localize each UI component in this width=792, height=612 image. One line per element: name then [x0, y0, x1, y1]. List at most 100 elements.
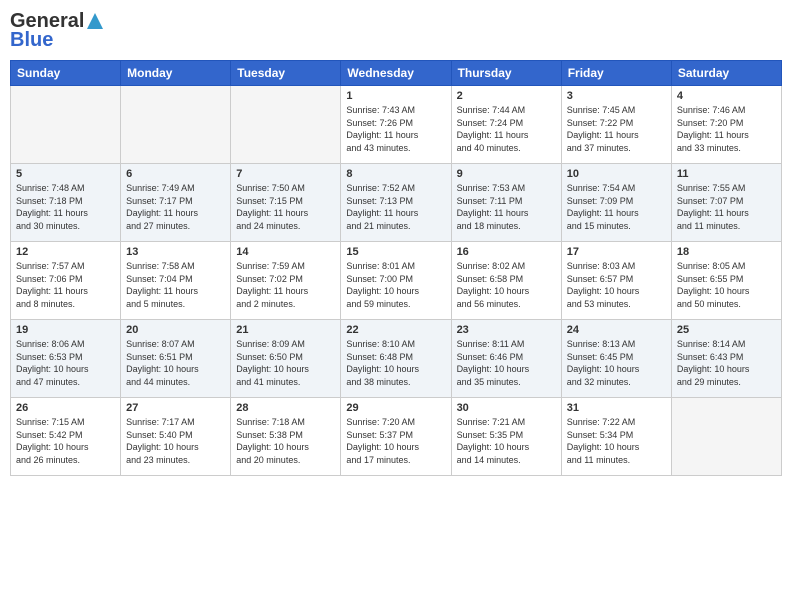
day-number: 29 — [346, 402, 445, 414]
day-info: Sunrise: 8:03 AM Sunset: 6:57 PM Dayligh… — [567, 260, 666, 310]
calendar-table: SundayMondayTuesdayWednesdayThursdayFrid… — [10, 60, 782, 476]
day-info: Sunrise: 7:44 AM Sunset: 7:24 PM Dayligh… — [457, 104, 556, 154]
day-info: Sunrise: 7:18 AM Sunset: 5:38 PM Dayligh… — [236, 416, 335, 466]
day-number: 6 — [126, 168, 225, 180]
weekday-header: Saturday — [671, 61, 781, 86]
day-info: Sunrise: 8:01 AM Sunset: 7:00 PM Dayligh… — [346, 260, 445, 310]
calendar-cell: 22Sunrise: 8:10 AM Sunset: 6:48 PM Dayli… — [341, 320, 451, 398]
day-number: 8 — [346, 168, 445, 180]
logo-arrow-icon — [85, 11, 105, 31]
calendar-cell: 13Sunrise: 7:58 AM Sunset: 7:04 PM Dayli… — [121, 242, 231, 320]
calendar-cell: 21 Sunrise: 8:09 AM Sunset: 6:50 PM Dayli… — [231, 320, 341, 398]
day-info: Sunrise: 7:48 AM Sunset: 7:18 PM Dayligh… — [16, 182, 115, 232]
day-number: 24 — [567, 324, 666, 336]
day-info: Sunrise: 8:14 AM Sunset: 6:43 PM Dayligh… — [677, 338, 776, 388]
calendar-header-row: SundayMondayTuesdayWednesdayThursdayFrid… — [11, 61, 782, 86]
calendar-cell: 15 Sunrise: 8:01 AM Sunset: 7:00 PM Dayli… — [341, 242, 451, 320]
day-info: Sunrise: 7:46 AM Sunset: 7:20 PM Dayligh… — [677, 104, 776, 154]
day-info: Sunrise: 7:43 AM Sunset: 7:26 PM Dayligh… — [346, 104, 445, 154]
day-number: 17 — [567, 246, 666, 258]
day-number: 26 — [16, 402, 115, 414]
page-header: General Blue — [10, 10, 782, 52]
day-number: 7 — [236, 168, 335, 180]
calendar-week-row: 26Sunrise: 7:15 AM Sunset: 5:42 PM Dayli… — [11, 398, 782, 476]
weekday-header: Tuesday — [231, 61, 341, 86]
day-info: Sunrise: 7:49 AM Sunset: 7:17 PM Dayligh… — [126, 182, 225, 232]
day-info: Sunrise: 7:22 AM Sunset: 5:34 PM Dayligh… — [567, 416, 666, 466]
day-info: Sunrise: 7:53 AM Sunset: 7:11 PM Dayligh… — [457, 182, 556, 232]
day-number: 21 — [236, 324, 335, 336]
day-info: Sunrise: 7:54 AM Sunset: 7:09 PM Dayligh… — [567, 182, 666, 232]
calendar-week-row: 12 Sunrise: 7:57 AM Sunset: 7:06 PM Dayli… — [11, 242, 782, 320]
calendar-cell: 31 Sunrise: 7:22 AM Sunset: 5:34 PM Dayli… — [561, 398, 671, 476]
calendar-cell: 27 Sunrise: 7:17 AM Sunset: 5:40 PM Dayli… — [121, 398, 231, 476]
day-number: 4 — [677, 90, 776, 102]
day-info: Sunrise: 8:09 AM Sunset: 6:50 PM Dayligh… — [236, 338, 335, 388]
day-info: Sunrise: 8:05 AM Sunset: 6:55 PM Dayligh… — [677, 260, 776, 310]
day-number: 2 — [457, 90, 556, 102]
calendar-week-row: 5 Sunrise: 7:48 AM Sunset: 7:18 PM Daylig… — [11, 164, 782, 242]
calendar-cell — [11, 86, 121, 164]
calendar-cell: 8 Sunrise: 7:52 AM Sunset: 7:13 PM Daylig… — [341, 164, 451, 242]
weekday-header: Friday — [561, 61, 671, 86]
day-info: Sunrise: 7:59 AM Sunset: 7:02 PM Dayligh… — [236, 260, 335, 310]
day-number: 23 — [457, 324, 556, 336]
weekday-header: Sunday — [11, 61, 121, 86]
calendar-cell: 14Sunrise: 7:59 AM Sunset: 7:02 PM Dayli… — [231, 242, 341, 320]
calendar-cell: 29 Sunrise: 7:20 AM Sunset: 5:37 PM Dayli… — [341, 398, 451, 476]
calendar-week-row: 19 Sunrise: 8:06 AM Sunset: 6:53 PM Dayli… — [11, 320, 782, 398]
weekday-header: Monday — [121, 61, 231, 86]
calendar-cell — [121, 86, 231, 164]
day-info: Sunrise: 7:55 AM Sunset: 7:07 PM Dayligh… — [677, 182, 776, 232]
calendar-cell: 17 Sunrise: 8:03 AM Sunset: 6:57 PM Dayli… — [561, 242, 671, 320]
day-info: Sunrise: 7:20 AM Sunset: 5:37 PM Dayligh… — [346, 416, 445, 466]
calendar-cell: 2 Sunrise: 7:44 AM Sunset: 7:24 PM Daylig… — [451, 86, 561, 164]
day-number: 25 — [677, 324, 776, 336]
day-info: Sunrise: 8:13 AM Sunset: 6:45 PM Dayligh… — [567, 338, 666, 388]
calendar-cell: 1 Sunrise: 7:43 AM Sunset: 7:26 PM Daylig… — [341, 86, 451, 164]
calendar-cell: 5 Sunrise: 7:48 AM Sunset: 7:18 PM Daylig… — [11, 164, 121, 242]
calendar-cell: 9 Sunrise: 7:53 AM Sunset: 7:11 PM Daylig… — [451, 164, 561, 242]
day-info: Sunrise: 8:10 AM Sunset: 6:48 PM Dayligh… — [346, 338, 445, 388]
day-info: Sunrise: 7:52 AM Sunset: 7:13 PM Dayligh… — [346, 182, 445, 232]
weekday-header: Thursday — [451, 61, 561, 86]
calendar-cell: 3 Sunrise: 7:45 AM Sunset: 7:22 PM Daylig… — [561, 86, 671, 164]
calendar-cell: 18 Sunrise: 8:05 AM Sunset: 6:55 PM Dayli… — [671, 242, 781, 320]
logo-blue: Blue — [10, 29, 53, 52]
day-number: 9 — [457, 168, 556, 180]
day-info: Sunrise: 7:50 AM Sunset: 7:15 PM Dayligh… — [236, 182, 335, 232]
calendar-cell: 6 Sunrise: 7:49 AM Sunset: 7:17 PM Daylig… — [121, 164, 231, 242]
day-number: 10 — [567, 168, 666, 180]
day-info: Sunrise: 8:02 AM Sunset: 6:58 PM Dayligh… — [457, 260, 556, 310]
day-number: 5 — [16, 168, 115, 180]
calendar-cell: 23 Sunrise: 8:11 AM Sunset: 6:46 PM Dayli… — [451, 320, 561, 398]
day-number: 12 — [16, 246, 115, 258]
day-number: 11 — [677, 168, 776, 180]
day-info: Sunrise: 7:58 AM Sunset: 7:04 PM Dayligh… — [126, 260, 225, 310]
day-number: 16 — [457, 246, 556, 258]
day-number: 31 — [567, 402, 666, 414]
day-number: 1 — [346, 90, 445, 102]
day-info: Sunrise: 8:11 AM Sunset: 6:46 PM Dayligh… — [457, 338, 556, 388]
calendar-cell: 11 Sunrise: 7:55 AM Sunset: 7:07 PM Dayli… — [671, 164, 781, 242]
day-number: 15 — [346, 246, 445, 258]
calendar-cell: 10 Sunrise: 7:54 AM Sunset: 7:09 PM Dayli… — [561, 164, 671, 242]
day-number: 19 — [16, 324, 115, 336]
day-info: Sunrise: 7:57 AM Sunset: 7:06 PM Dayligh… — [16, 260, 115, 310]
calendar-week-row: 1 Sunrise: 7:43 AM Sunset: 7:26 PM Daylig… — [11, 86, 782, 164]
day-info: Sunrise: 8:07 AM Sunset: 6:51 PM Dayligh… — [126, 338, 225, 388]
calendar-cell: 4 Sunrise: 7:46 AM Sunset: 7:20 PM Daylig… — [671, 86, 781, 164]
day-info: Sunrise: 7:45 AM Sunset: 7:22 PM Dayligh… — [567, 104, 666, 154]
calendar-cell: 25 Sunrise: 8:14 AM Sunset: 6:43 PM Dayli… — [671, 320, 781, 398]
day-info: Sunrise: 7:17 AM Sunset: 5:40 PM Dayligh… — [126, 416, 225, 466]
logo: General Blue — [10, 10, 105, 52]
calendar-cell: 26Sunrise: 7:15 AM Sunset: 5:42 PM Dayli… — [11, 398, 121, 476]
calendar-cell: 24 Sunrise: 8:13 AM Sunset: 6:45 PM Dayli… — [561, 320, 671, 398]
day-number: 30 — [457, 402, 556, 414]
day-number: 18 — [677, 246, 776, 258]
page-container: General Blue SundayMondayTuesdayWednesda… — [0, 0, 792, 612]
day-number: 27 — [126, 402, 225, 414]
day-number: 3 — [567, 90, 666, 102]
day-info: Sunrise: 8:06 AM Sunset: 6:53 PM Dayligh… — [16, 338, 115, 388]
day-number: 28 — [236, 402, 335, 414]
